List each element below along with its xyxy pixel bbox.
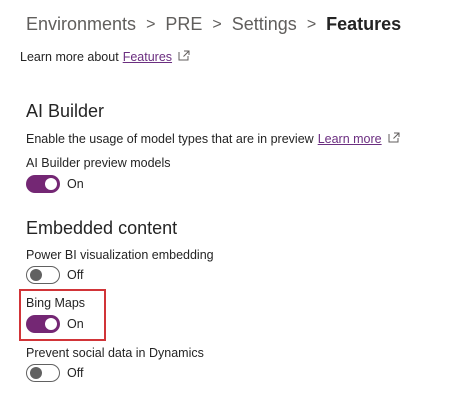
breadcrumb-separator: > xyxy=(146,15,156,33)
powerbi-embedding-toggle-row: Off xyxy=(26,266,83,284)
breadcrumb-settings[interactable]: Settings xyxy=(232,14,297,35)
features-settings-page: Environments > PRE > Settings > Features… xyxy=(0,0,474,407)
breadcrumb-features: Features xyxy=(326,14,402,34)
bing-maps-state: On xyxy=(67,317,84,331)
external-link-icon[interactable] xyxy=(388,132,400,143)
ai-builder-description: Enable the usage of model types that are… xyxy=(26,132,400,146)
breadcrumb-pre[interactable]: PRE xyxy=(165,14,202,35)
toggle-knob xyxy=(30,367,42,379)
ai-builder-preview-toggle[interactable] xyxy=(26,175,60,193)
breadcrumb: Environments > PRE > Settings > Features xyxy=(26,14,401,35)
ai-builder-learn-more-link[interactable]: Learn more xyxy=(318,132,382,146)
ai-builder-preview-state: On xyxy=(67,177,84,191)
prevent-social-data-toggle-row: Off xyxy=(26,364,83,382)
bing-maps-toggle[interactable] xyxy=(26,315,60,333)
ai-builder-description-text: Enable the usage of model types that are… xyxy=(26,132,314,146)
ai-builder-preview-toggle-row: On xyxy=(26,175,84,193)
embedded-content-heading: Embedded content xyxy=(26,218,178,238)
ai-builder-preview-label: AI Builder preview models xyxy=(26,156,171,170)
features-link[interactable]: Features xyxy=(123,50,172,64)
breadcrumb-separator: > xyxy=(212,15,222,33)
intro-text: Learn more about xyxy=(20,50,119,64)
toggle-knob xyxy=(30,269,42,281)
breadcrumb-environments[interactable]: Environments xyxy=(26,14,136,35)
breadcrumb-separator: > xyxy=(306,15,317,33)
powerbi-embedding-toggle[interactable] xyxy=(26,266,60,284)
toggle-knob xyxy=(45,318,57,330)
powerbi-embedding-label: Power BI visualization embedding xyxy=(26,248,214,262)
toggle-knob xyxy=(45,178,57,190)
prevent-social-data-toggle[interactable] xyxy=(26,364,60,382)
external-link-icon[interactable] xyxy=(178,50,190,61)
bing-maps-label: Bing Maps xyxy=(26,296,86,310)
prevent-social-data-state: Off xyxy=(67,366,84,380)
bing-maps-toggle-row: On xyxy=(26,315,84,333)
ai-builder-heading: AI Builder xyxy=(26,101,105,121)
prevent-social-data-label: Prevent social data in Dynamics xyxy=(26,346,204,360)
intro-line: Learn more about Features xyxy=(20,50,190,64)
powerbi-embedding-state: Off xyxy=(67,268,84,282)
